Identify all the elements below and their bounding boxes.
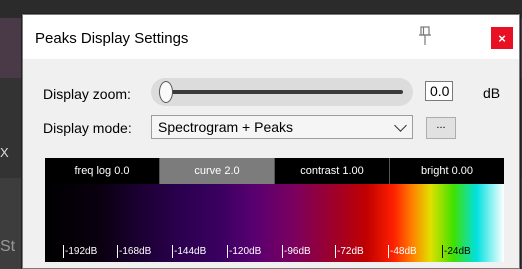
param-curve[interactable]: curve 2.0 [160,158,275,184]
dialog-title: Peaks Display Settings [35,30,189,47]
dialog-titlebar[interactable]: Peaks Display Settings × [23,15,519,59]
pin-icon[interactable] [414,25,436,47]
display-zoom-slider[interactable] [151,78,413,106]
param-bright[interactable]: bright 0.00 [390,158,504,184]
background-text: St [0,238,16,255]
peaks-display-settings-dialog: Peaks Display Settings × Display zoom: 0… [22,14,520,269]
scale-tick: -144dB [172,245,207,258]
scale-tick: -96dB [282,245,311,258]
display-mode-value: Spectrogram + Peaks [158,119,294,135]
scale-tick: -192dB [63,245,98,258]
scale-tick: -48dB [388,245,417,258]
scale-tick: -72dB [335,245,364,258]
display-zoom-input[interactable]: 0.0 [425,81,453,101]
display-mode-options-button[interactable]: ... [426,117,456,139]
display-zoom-label: Display zoom: [43,86,131,102]
scale-tick: -168dB [117,245,152,258]
display-mode-label: Display mode: [43,120,132,136]
slider-track [165,90,403,94]
chevron-down-icon [394,119,407,132]
zoom-unit-label: dB [483,85,501,101]
background-marker: X [0,145,9,160]
display-mode-select[interactable]: Spectrogram + Peaks [151,115,413,139]
scale-tick: -120dB [227,245,262,258]
scale-tick: -24dB [442,245,471,258]
slider-thumb[interactable] [159,81,173,103]
spectrogram-color-scale: -192dB -168dB -144dB -120dB -96dB -72dB … [45,184,504,262]
spectrogram-params-bar: freq log 0.0 curve 2.0 contrast 1.00 bri… [45,158,504,184]
param-contrast[interactable]: contrast 1.00 [275,158,390,184]
close-button[interactable]: × [491,27,513,49]
param-freq-log[interactable]: freq log 0.0 [45,158,160,184]
